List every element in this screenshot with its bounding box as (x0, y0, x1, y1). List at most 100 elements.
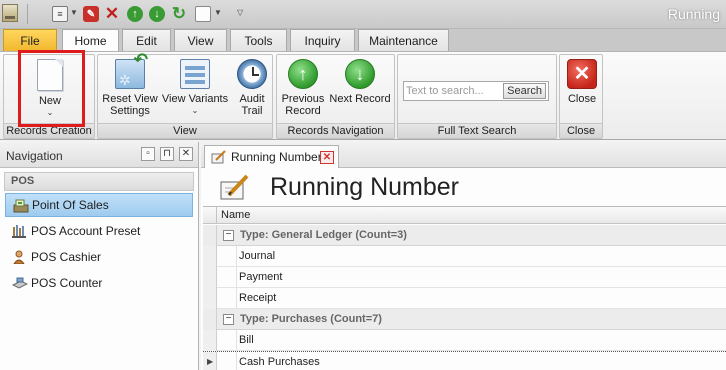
delete-icon[interactable]: ✕ (104, 4, 120, 23)
group-row[interactable]: − Type: Purchases (Count=7) (203, 309, 726, 330)
refresh-icon[interactable]: ↻ (171, 4, 187, 23)
close-tab-icon[interactable]: ✕ (320, 151, 334, 164)
close-pane-icon[interactable]: ✕ (179, 147, 193, 161)
table-cell-name: Bill (239, 334, 254, 346)
pin-icon[interactable]: ⊓ (160, 147, 174, 161)
float-pane-icon[interactable]: ▫ (141, 147, 155, 161)
header-indicator (203, 207, 217, 224)
view-variants-chevron-icon[interactable]: ⌄ (161, 105, 229, 117)
table-cell-name: Receipt (239, 292, 277, 304)
view-variants-icon (180, 59, 210, 89)
collapse-icon[interactable]: − (223, 230, 234, 241)
clock-icon (237, 59, 267, 89)
search-button[interactable]: Search (503, 83, 546, 99)
close-icon: ✕ (567, 59, 597, 89)
view-group-caption: View (98, 123, 272, 138)
full-text-search-group: Search Full Text Search (397, 54, 557, 139)
row-indicator (203, 330, 217, 351)
nav-item-point-of-sales[interactable]: Point Of Sales (5, 193, 193, 217)
document-icon[interactable]: ≡ (52, 6, 68, 22)
page-title: Running Number (270, 173, 459, 201)
reset-view-settings-button[interactable]: ✲ ↶ Reset View Settings (101, 51, 159, 117)
account-preset-icon (12, 225, 26, 238)
move-down-icon[interactable]: ↓ (149, 6, 165, 22)
tab-running-number[interactable]: Running Number ✕ (204, 145, 339, 168)
group-row-label: Type: General Ledger (Count=3) (240, 229, 407, 241)
indent-line (236, 330, 237, 351)
table-row[interactable]: Journal (203, 246, 726, 267)
previous-record-label: Previous Record (281, 93, 325, 117)
close-group: ✕ Close Close (559, 54, 603, 139)
document-tab-strip: Running Number ✕ (201, 142, 726, 168)
ribbon: New ⌄ Records Creation ✲ ↶ Reset View Set… (0, 51, 726, 140)
tab-tools[interactable]: Tools (230, 29, 287, 51)
new-page-dropdown-icon[interactable]: ▼ (214, 8, 222, 17)
document-area: Running Number ✕ Running Number Name − T… (201, 142, 726, 370)
nav-section-pos[interactable]: POS (4, 172, 194, 191)
row-indicator (203, 225, 217, 246)
previous-record-button[interactable]: ↑ Previous Record (279, 59, 327, 117)
row-pointer-icon: ▶ (207, 357, 214, 366)
table-cell-name: Payment (239, 271, 283, 283)
table-row[interactable]: Receipt (203, 288, 726, 309)
view-group: ✲ ↶ Reset View Settings View Variants ⌄ A… (97, 51, 273, 139)
indent-line (236, 352, 237, 370)
arrow-down-icon: ↓ (345, 59, 375, 89)
column-header-name[interactable]: Name (221, 209, 250, 221)
grid-header: Name (203, 207, 726, 224)
app-icon[interactable] (2, 4, 18, 22)
group-row[interactable]: − Type: General Ledger (Count=3) (203, 225, 726, 246)
close-group-caption: Close (560, 123, 602, 138)
tab-inquiry[interactable]: Inquiry (290, 29, 355, 51)
cashier-icon (13, 250, 25, 264)
running-number-icon (220, 174, 249, 200)
next-record-button[interactable]: ↓ Next Record (328, 59, 392, 105)
new-page-icon[interactable] (195, 6, 211, 22)
table-cell-name: Cash Purchases (239, 356, 320, 368)
nav-item-label: POS Cashier (31, 250, 102, 264)
navigation-pane: Navigation ▫ ⊓ ✕ POS Point Of Sales POS … (0, 142, 199, 370)
edit-document-icon (211, 150, 226, 164)
records-grid: Name − Type: General Ledger (Count=3) Jo… (203, 206, 726, 370)
tab-maintenance[interactable]: Maintenance (358, 29, 449, 51)
nav-item-pos-cashier[interactable]: POS Cashier (5, 245, 193, 269)
reset-view-settings-label: Reset View Settings (102, 93, 158, 117)
search-input[interactable] (406, 84, 510, 98)
table-row-focused[interactable]: ▶ Cash Purchases (203, 351, 726, 370)
table-row[interactable]: Bill (203, 330, 726, 351)
nav-item-pos-counter[interactable]: POS Counter (5, 271, 193, 295)
navigation-title: Navigation (6, 149, 63, 163)
nav-item-label: POS Account Preset (31, 224, 141, 238)
tab-home[interactable]: Home (62, 29, 119, 52)
tab-view[interactable]: View (174, 29, 227, 51)
close-button-label: Close (567, 93, 597, 105)
view-variants-label: View Variants (161, 93, 229, 105)
nav-item-label: POS Counter (31, 276, 103, 290)
table-row[interactable]: Payment (203, 267, 726, 288)
row-indicator: ▶ (203, 352, 217, 370)
close-button[interactable]: ✕ Close (564, 59, 600, 105)
indent-line (236, 246, 237, 267)
window-title: Running (667, 6, 720, 22)
collapse-icon[interactable]: − (223, 314, 234, 325)
tab-edit[interactable]: Edit (122, 29, 171, 51)
full-text-search-caption: Full Text Search (398, 123, 556, 138)
table-cell-name: Journal (239, 250, 276, 262)
quick-access-separator (27, 4, 28, 24)
nav-item-pos-account-preset[interactable]: POS Account Preset (5, 219, 193, 243)
records-navigation-caption: Records Navigation (277, 123, 394, 138)
document-dropdown-icon[interactable]: ▼ (70, 8, 78, 17)
indent-line (236, 288, 237, 309)
tab-file[interactable]: File (3, 29, 57, 51)
indent-line (236, 267, 237, 288)
pdf-icon[interactable]: ✎ (83, 6, 99, 22)
title-bar: ≡ ▼ ✎ ✕ ↑ ↓ ↻ ▼ ▽ Running (0, 0, 726, 29)
move-up-icon[interactable]: ↑ (127, 6, 143, 22)
audit-trail-button[interactable]: Audit Trail (232, 59, 272, 117)
records-navigation-group: ↑ Previous Record ↓ Next Record Records … (276, 54, 395, 139)
group-row-label: Type: Purchases (Count=7) (240, 313, 382, 325)
nav-item-label: Point Of Sales (32, 198, 109, 212)
point-of-sales-icon (13, 199, 29, 213)
view-variants-button[interactable]: View Variants ⌄ (161, 59, 229, 117)
customize-icon[interactable]: ▽ (237, 8, 243, 17)
